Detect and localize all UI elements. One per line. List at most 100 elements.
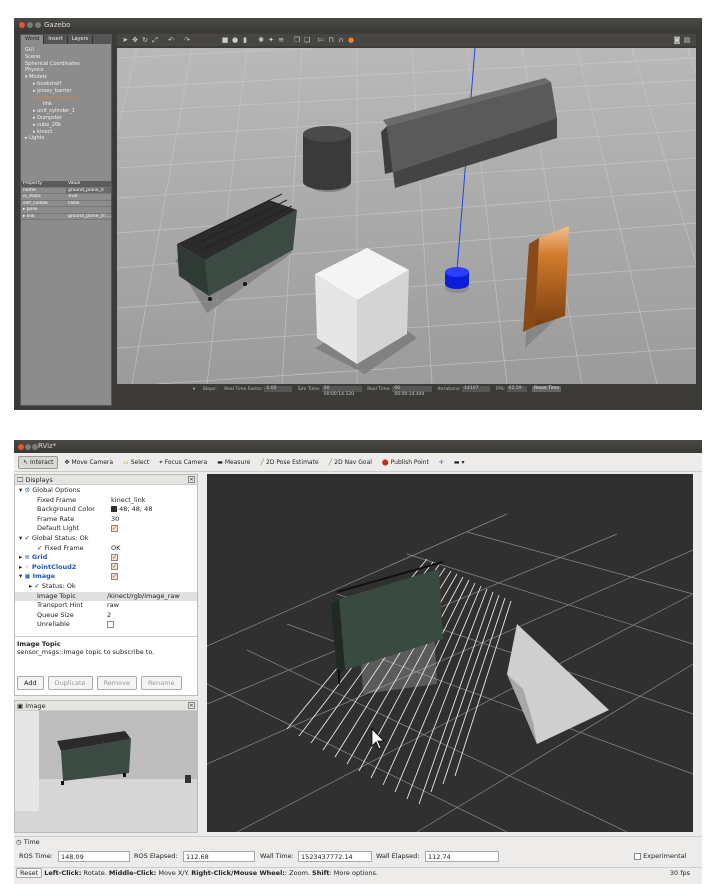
duplicate-button[interactable]: Duplicate <box>47 675 93 690</box>
undo-icon[interactable]: ↶ <box>167 36 175 44</box>
tree-item-link[interactable]: link <box>25 101 111 108</box>
box-shape-icon[interactable]: ■ <box>221 36 229 44</box>
default-light-checkbox[interactable]: ✓ <box>111 524 118 532</box>
row-status-fixed-frame[interactable]: ✓ Fixed Frame OK <box>15 544 197 554</box>
row-background-color[interactable]: Background Color 48; 48; 48 <box>15 505 197 515</box>
tree-item-cube[interactable]: ▸ cube_20k <box>25 122 111 129</box>
tree-item-ground[interactable]: ▾ ground_plane_0 <box>25 95 111 102</box>
interact-tool[interactable]: ↖ Interact <box>18 456 59 469</box>
redo-icon[interactable]: ↷ <box>183 36 191 44</box>
close-icon[interactable] <box>18 444 24 450</box>
experimental-checkbox[interactable]: Experimental <box>634 851 686 861</box>
tree-item-dumpster[interactable]: ▸ Dumpster <box>25 115 111 122</box>
row-frame-rate[interactable]: Frame Rate 30 <box>15 515 197 525</box>
nav-goal-tool[interactable]: ╱ 2D Nav Goal <box>325 457 376 468</box>
tree-item-cylinder[interactable]: ▸ unit_cylinder_1 <box>25 108 111 115</box>
pose-estimate-tool[interactable]: ╱ 2D Pose Estimate <box>256 457 322 468</box>
grid-checkbox[interactable]: ✓ <box>111 553 118 561</box>
select-arrow-icon[interactable]: ➤ <box>121 36 129 44</box>
tree-item-scene[interactable]: Scene <box>25 54 111 61</box>
screenshot-icon[interactable]: ◙ <box>673 36 681 44</box>
align-icon[interactable]: ⊨ <box>317 36 325 44</box>
tree-item-physics[interactable]: Physics <box>25 67 111 74</box>
cylinder-shape-icon[interactable]: ▮ <box>241 36 249 44</box>
tab-insert[interactable]: Insert <box>44 35 68 44</box>
image-checkbox[interactable]: ✓ <box>111 572 118 580</box>
color-swatch[interactable] <box>111 506 117 513</box>
gazebo-3d-scene[interactable] <box>117 48 696 384</box>
tree-image[interactable]: ▾ ▣ Image ✓ <box>15 572 197 582</box>
log-icon[interactable]: ▤ <box>683 36 691 44</box>
prop-value[interactable]: ground_plane_0 <box>66 187 111 193</box>
time-panel: ◷ Time ROS Time: 148.09 ROS Elapsed: 112… <box>14 836 702 884</box>
pointcloud2-checkbox[interactable]: ✓ <box>111 563 118 571</box>
tab-layers[interactable]: Layers <box>68 35 94 44</box>
move-camera-tool[interactable]: ✥ Move Camera <box>60 457 117 468</box>
maximize-icon[interactable] <box>32 444 38 450</box>
rename-button[interactable]: Rename <box>140 675 182 690</box>
row-transport-hint[interactable]: Transport Hint raw <box>15 601 197 611</box>
focus-camera-tool[interactable]: ⌖ Focus Camera <box>155 457 211 469</box>
rotate-icon[interactable]: ↻ <box>141 36 149 44</box>
wall-elapsed-field[interactable]: 112.74 <box>425 851 499 862</box>
add-button[interactable]: Add <box>17 675 44 690</box>
prop-key[interactable]: ▸ pose <box>21 207 66 213</box>
rviz-toolbar: ↖ Interact ✥ Move Camera ▭ Select ⌖ Focus Ca… <box>14 454 702 472</box>
row-queue-size[interactable]: Queue Size 2 <box>15 611 197 621</box>
prop-key[interactable]: ▸ link <box>21 214 66 220</box>
tree-item-gui[interactable]: GUI <box>25 47 111 54</box>
pause-icon[interactable]: ⏸ <box>193 387 195 392</box>
publish-point-tool[interactable]: ⬤ Publish Point <box>378 457 433 468</box>
ros-elapsed-field[interactable]: 112.68 <box>183 851 255 862</box>
row-default-light[interactable]: Default Light ✓ <box>15 524 197 534</box>
translate-icon[interactable]: ✥ <box>131 36 139 44</box>
image-topic-value[interactable]: /kinect/rgb/image_raw <box>107 592 197 602</box>
reset-button[interactable]: Reset <box>16 868 43 878</box>
tree-global-status[interactable]: ▾ ✓ Global Status: Ok <box>15 534 197 544</box>
point-light-icon[interactable]: ✺ <box>257 36 265 44</box>
fixed-frame-value[interactable]: kinect_link <box>111 496 197 506</box>
row-unreliable[interactable]: Unreliable <box>15 620 197 630</box>
remove-button[interactable]: Remove <box>96 675 137 690</box>
prop-value[interactable]: False <box>66 201 111 207</box>
tree-global-options[interactable]: ▾ ⚙ Global Options <box>15 486 197 496</box>
dir-light-icon[interactable]: ≋ <box>277 36 285 44</box>
rviz-3d-view[interactable] <box>207 474 693 832</box>
scale-icon[interactable]: ⤢ <box>151 36 159 44</box>
copy-icon[interactable]: ❐ <box>293 36 301 44</box>
row-fixed-frame[interactable]: Fixed Frame kinect_link <box>15 496 197 506</box>
tab-world[interactable]: World <box>21 35 45 44</box>
tree-item-bookshelf[interactable]: ▸ bookshelf <box>25 81 111 88</box>
tree-item-models[interactable]: ▾ Models <box>25 74 111 81</box>
paste-icon[interactable]: ❏ <box>303 36 311 44</box>
minimize-icon[interactable] <box>27 22 33 28</box>
measure-tool[interactable]: ▬ Measure <box>213 457 254 468</box>
reset-time-button[interactable]: Reset Time <box>532 385 562 392</box>
maximize-icon[interactable] <box>35 22 41 28</box>
remove-tool-icon[interactable]: ▬ ▾ <box>450 457 469 468</box>
close-panel-icon[interactable]: ✕ <box>188 476 195 483</box>
spot-light-icon[interactable]: ✦ <box>267 36 275 44</box>
record-icon[interactable]: ● <box>347 36 355 44</box>
prop-value[interactable]: True <box>66 194 111 200</box>
sphere-shape-icon[interactable]: ● <box>231 36 239 44</box>
tree-grid[interactable]: ▸ ⊕ Grid ✓ <box>15 553 197 563</box>
snap-icon[interactable]: ⊓ <box>327 36 335 44</box>
close-panel-icon[interactable]: ✕ <box>188 702 195 709</box>
minimize-icon[interactable] <box>25 444 31 450</box>
tree-pointcloud2[interactable]: ▸ ⁘ PointCloud2 ✓ <box>15 563 197 573</box>
sim-time-value: 00 00:00:14.120 <box>321 385 362 397</box>
select-tool[interactable]: ▭ Select <box>119 457 153 468</box>
tree-item-lights[interactable]: ▸ Lights <box>25 135 111 142</box>
tree-item-kinect[interactable]: ▸ kinect <box>25 129 111 136</box>
row-image-topic[interactable]: Image Topic/kinect/rgb/image_raw <box>15 591 197 602</box>
row-image-status[interactable]: ▸ ✓ Status: Ok <box>15 582 197 592</box>
tree-item-spherical[interactable]: Spherical Coordinates <box>25 61 111 68</box>
tree-item-jersey[interactable]: ▸ jersey_barrier <box>25 88 111 95</box>
ros-time-field[interactable]: 148.09 <box>58 851 130 862</box>
unreliable-checkbox[interactable] <box>107 620 114 628</box>
magnet-icon[interactable]: ∩ <box>337 36 345 44</box>
wall-time-field[interactable]: 1523437772.14 <box>298 851 372 862</box>
add-tool-icon[interactable]: ✛ <box>435 457 448 468</box>
close-icon[interactable] <box>19 22 25 28</box>
